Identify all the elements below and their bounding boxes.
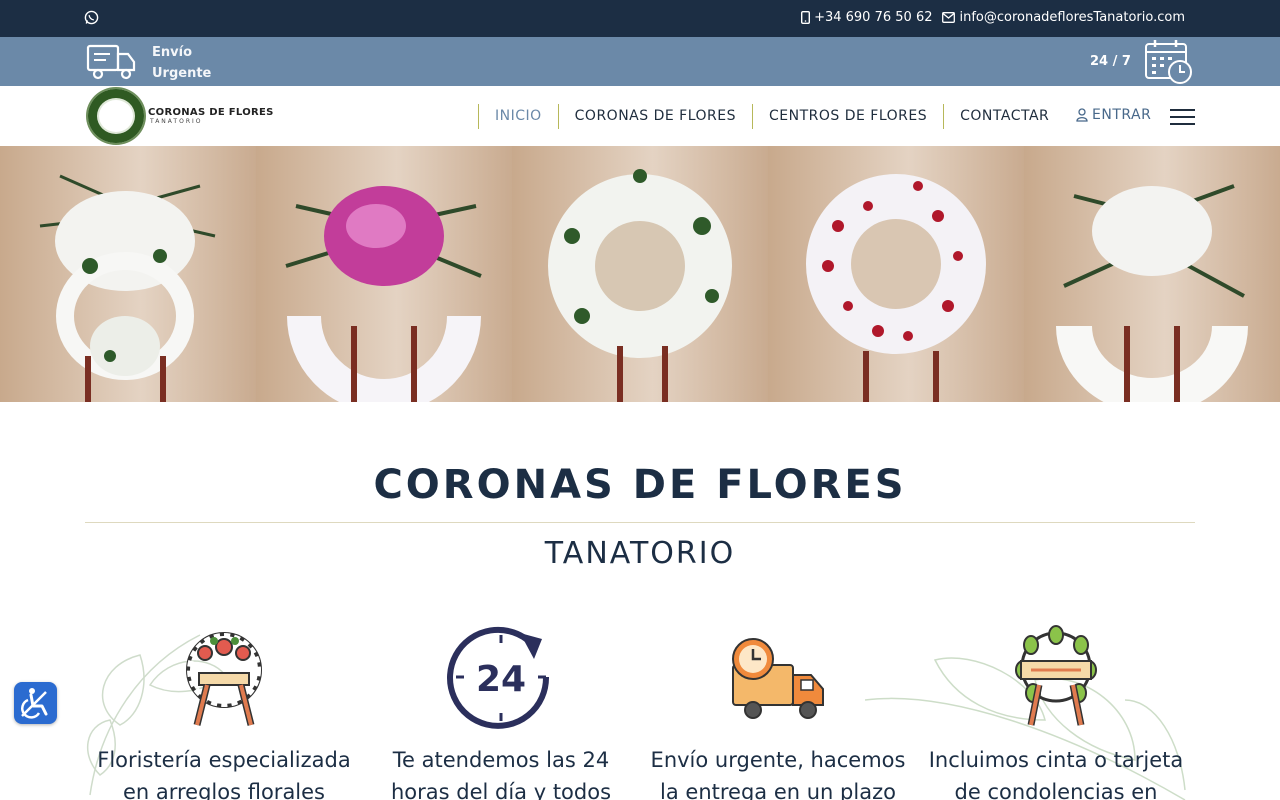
email-link[interactable]: info@coronadefloresTanatorio.com — [942, 10, 1185, 25]
login-label: ENTRAR — [1092, 107, 1152, 123]
laurel-wreath-icon — [1015, 625, 1097, 726]
feature-2-line-1: Te atendemos las 24 — [392, 748, 610, 772]
feature-florist: Floristería especializada en arreglos fl… — [84, 625, 364, 800]
feature-4-line-2: de condolencias en — [954, 780, 1158, 800]
page-title: CORONAS DE FLORES — [373, 462, 907, 508]
envelope-icon — [942, 12, 956, 23]
mobile-phone-icon — [801, 11, 811, 24]
delivery-truck-icon — [86, 44, 136, 80]
floral-wreath-image — [1056, 184, 1248, 402]
hero-banner — [0, 146, 1280, 402]
banner-image-2 — [256, 146, 512, 402]
24-hours-icon: 24 — [447, 626, 550, 729]
floral-wreath-image — [39, 174, 216, 402]
feature-1-line-2: en arreglos florales — [122, 780, 326, 800]
feature-3-line-1: Envío urgente, hacemos — [650, 748, 906, 772]
page-subtitle: TANATORIO — [544, 536, 736, 571]
floral-wreath-image — [806, 174, 986, 402]
banner-image-1 — [0, 146, 256, 402]
floral-wreath-image — [285, 186, 482, 402]
nav-item-centros[interactable]: CENTROS DE FLORES — [752, 104, 943, 129]
nav-item-coronas[interactable]: CORONAS DE FLORES — [557, 104, 752, 129]
svg-text:24: 24 — [476, 659, 526, 700]
feature-2-line-2: horas del día y todos — [390, 780, 612, 800]
hamburger-menu-icon[interactable] — [1170, 109, 1195, 125]
nav-item-contactar[interactable]: CONTACTAR — [943, 104, 1049, 129]
whatsapp-icon[interactable] — [84, 10, 99, 25]
phone-link[interactable]: +34 690 76 50 62 — [801, 10, 932, 25]
login-link[interactable]: ENTRAR — [1076, 107, 1151, 123]
service-band: Envío Urgente 24 / 7 — [0, 37, 1280, 86]
delivery-truck-icon — [732, 638, 824, 719]
nav-item-inicio[interactable]: INICIO — [478, 104, 558, 129]
user-icon — [1076, 108, 1088, 122]
floral-wreath-image — [548, 169, 732, 402]
feature-24h: 24 Te atendemos las 24 horas del día y t… — [361, 625, 641, 800]
funeral-wreath-icon — [186, 632, 262, 726]
banner-image-4 — [768, 146, 1024, 402]
title-divider — [85, 522, 1195, 523]
phone-number: +34 690 76 50 62 — [814, 10, 933, 25]
site-logo[interactable]: CORONAS DE FLORES TANATORIO — [88, 89, 274, 143]
feature-urgent-delivery: Envío urgente, hacemos la entrega en un … — [638, 625, 918, 800]
banner-image-5 — [1024, 146, 1280, 402]
urgent-delivery-label: Envío Urgente — [152, 42, 211, 84]
feature-3-line-2: la entrega en un plazo — [660, 780, 896, 800]
top-contact-bar: +34 690 76 50 62 info@coronadefloresTana… — [0, 0, 1280, 37]
logo-title: CORONAS DE FLORES — [148, 107, 274, 118]
feature-condolence-card: Incluimos cinta o tarjeta de condolencia… — [916, 625, 1196, 800]
urgent-line-1: Envío — [152, 45, 192, 60]
accessibility-button[interactable] — [14, 682, 57, 724]
main-navigation: CORONAS DE FLORES TANATORIO INICIO CORON… — [0, 86, 1280, 146]
feature-1-line-1: Floristería especializada — [97, 748, 351, 772]
wheelchair-icon — [21, 688, 48, 719]
hours-label: 24 / 7 — [1090, 54, 1131, 69]
logo-subtitle: TANATORIO — [150, 118, 203, 125]
urgent-line-2: Urgente — [152, 66, 212, 81]
banner-image-3 — [512, 146, 768, 402]
feature-4-line-1: Incluimos cinta o tarjeta — [928, 748, 1184, 772]
calendar-clock-icon — [1145, 40, 1192, 84]
nav-menu: INICIO CORONAS DE FLORES CENTROS DE FLOR… — [478, 104, 1049, 129]
wreath-logo-icon — [88, 89, 144, 143]
email-address: info@coronadefloresTanatorio.com — [959, 10, 1185, 25]
